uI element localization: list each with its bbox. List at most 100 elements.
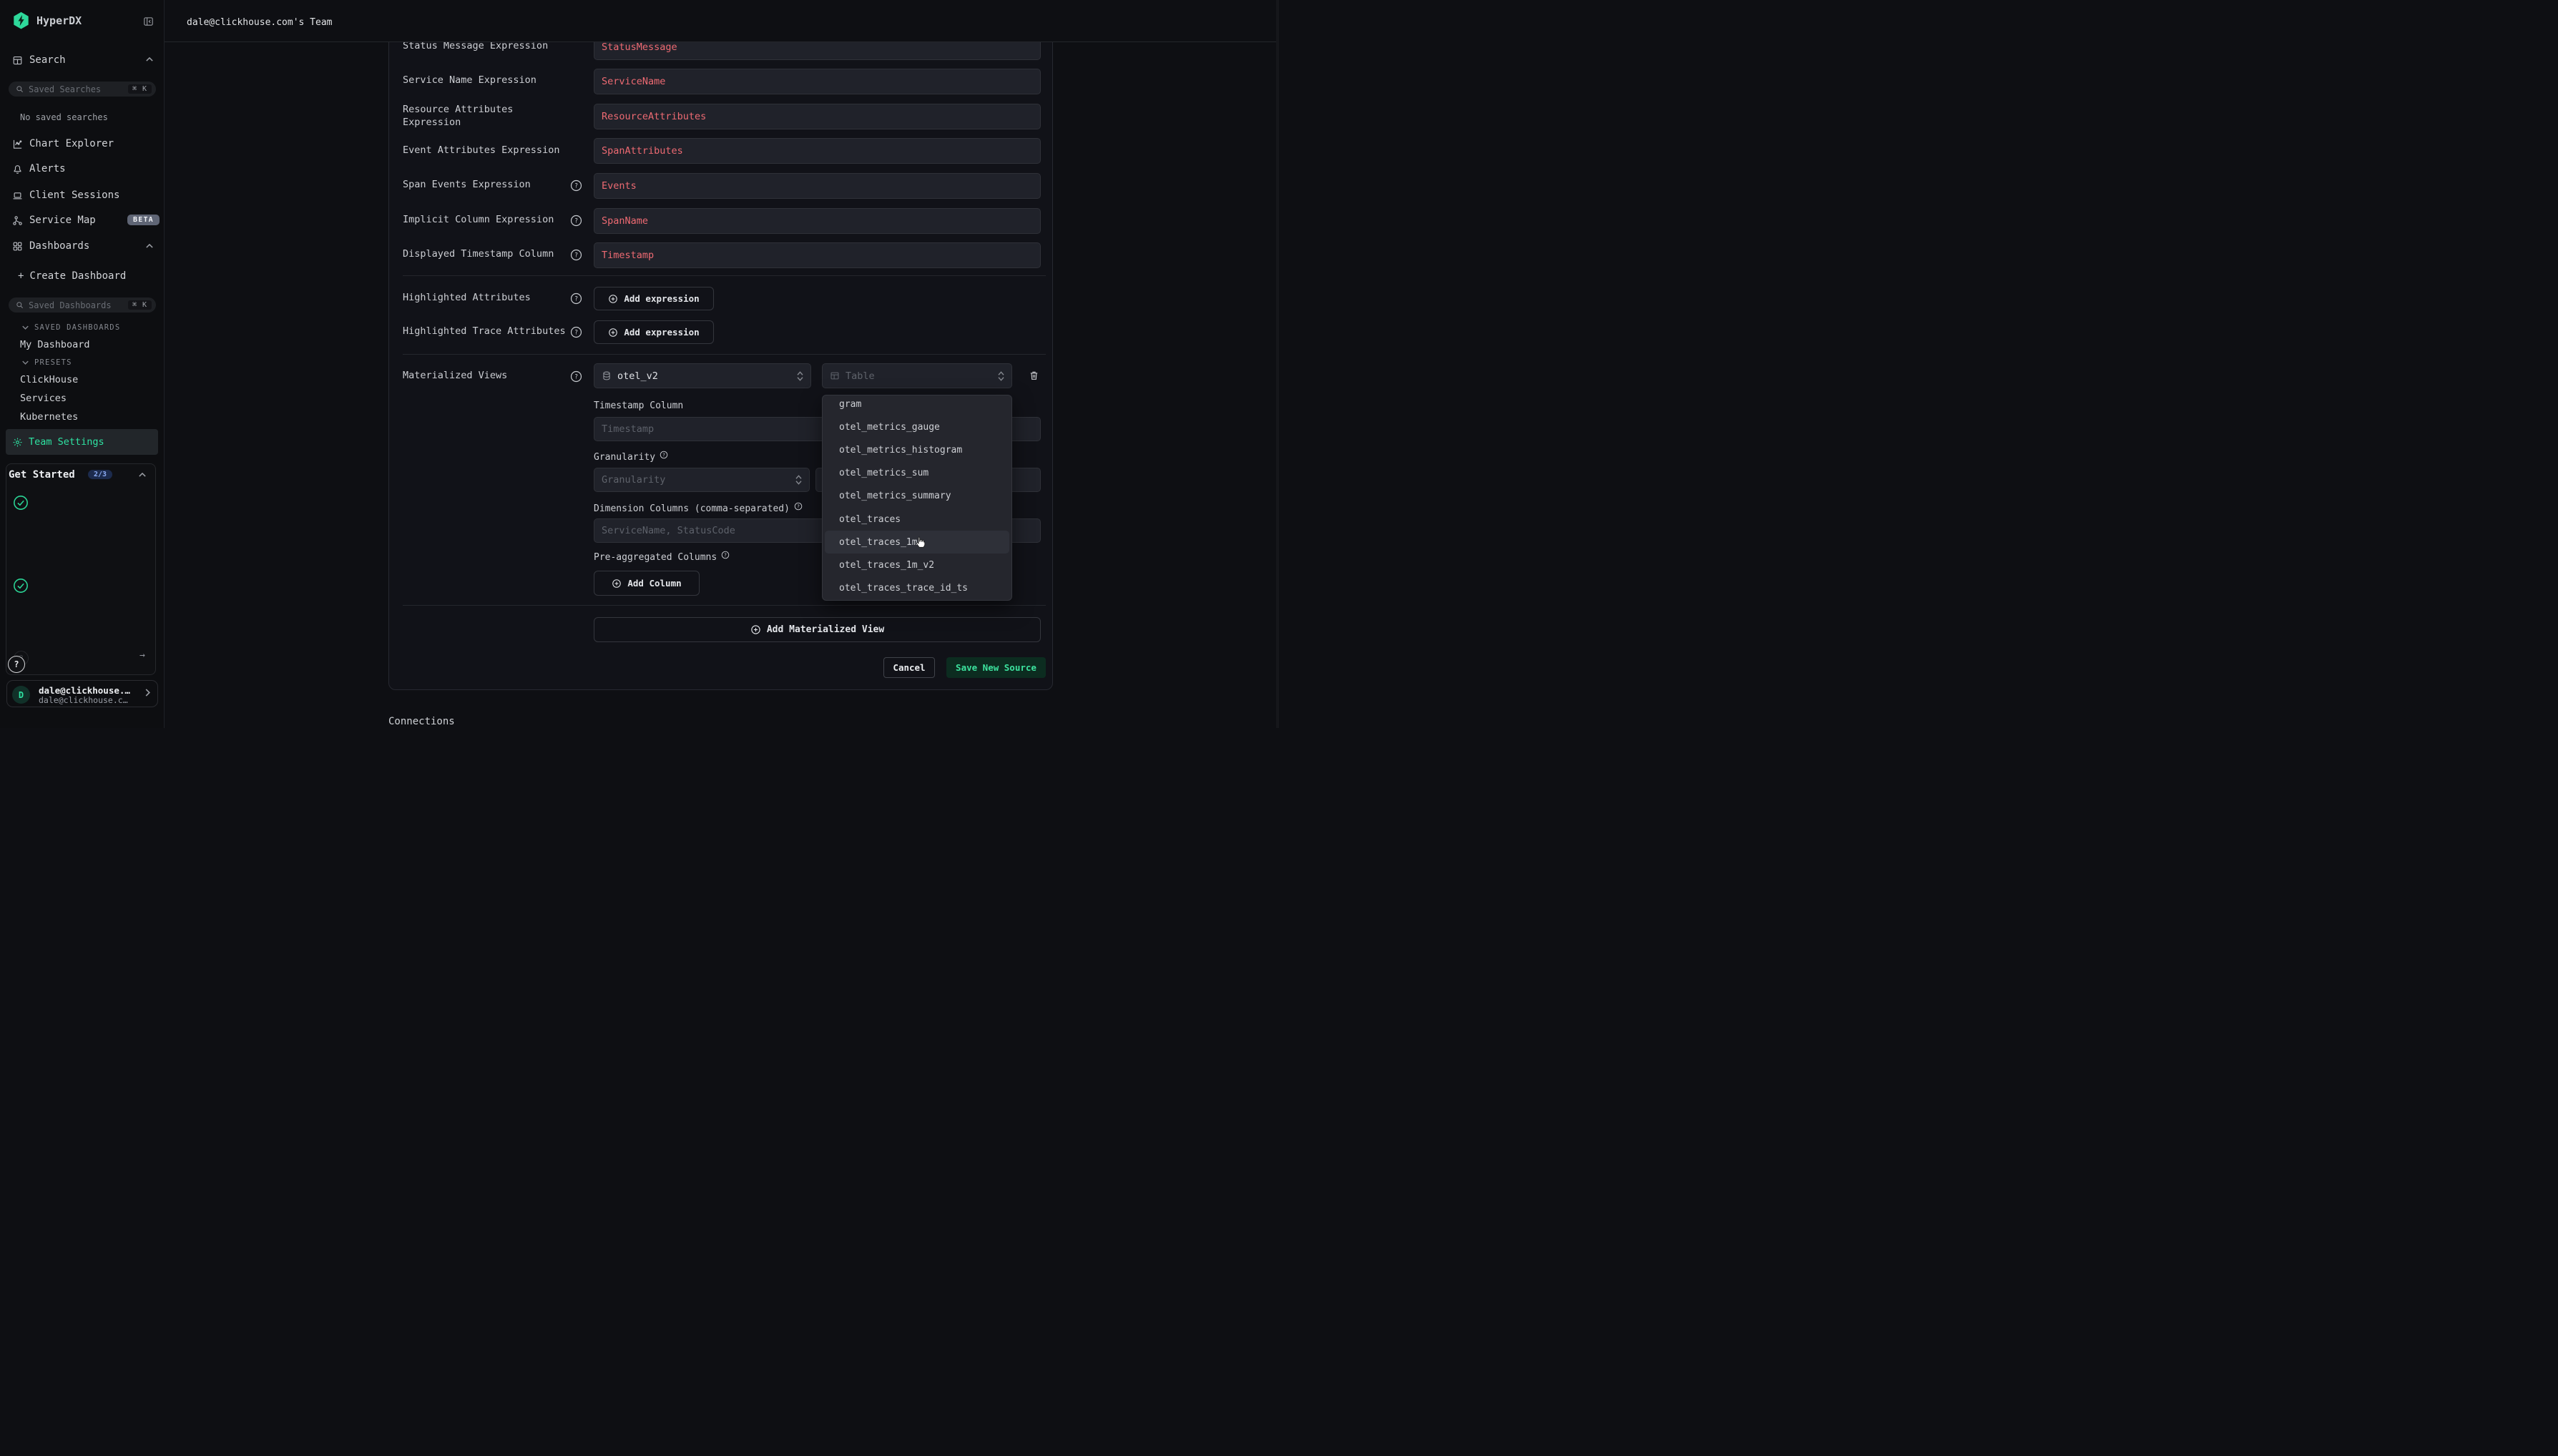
trash-icon[interactable] xyxy=(1029,370,1039,381)
collapse-sidebar-icon[interactable] xyxy=(144,17,153,26)
info-circle-icon[interactable]: ? xyxy=(794,502,803,511)
sidebar-item-label: Dashboards xyxy=(29,240,89,252)
granularity-placeholder: Granularity xyxy=(602,474,665,486)
dropdown-option[interactable]: otel_metrics_sum xyxy=(823,462,1011,485)
user-email: dale@clickhouse.c… xyxy=(39,695,128,705)
create-dashboard-button[interactable]: + Create Dashboard xyxy=(18,270,126,282)
resource-attributes-input[interactable] xyxy=(594,104,1041,129)
user-name: dale@clickhouse.… xyxy=(39,685,130,696)
info-circle-icon[interactable]: ? xyxy=(721,551,730,559)
get-started-chevron-up-icon[interactable] xyxy=(139,473,146,477)
task-arrow-icon[interactable]: → xyxy=(139,650,145,661)
table-select-dropdown: gram otel_metrics_gauge otel_metrics_his… xyxy=(822,395,1012,601)
sidebar-item-services[interactable]: Services xyxy=(20,393,67,404)
select-chevrons-icon xyxy=(795,475,802,485)
info-circle-icon[interactable]: ? xyxy=(660,451,668,459)
dropdown-option[interactable]: otel_traces_trace_id_ts xyxy=(823,577,1011,600)
sidebar-item-clickhouse[interactable]: ClickHouse xyxy=(20,374,78,385)
add-materialized-view-button[interactable]: Add Materialized View xyxy=(594,617,1041,642)
materialized-table-placeholder: Table xyxy=(846,370,875,382)
cancel-button[interactable]: Cancel xyxy=(883,657,935,678)
save-new-source-button[interactable]: Save New Source xyxy=(946,657,1046,678)
bell-icon xyxy=(12,164,23,174)
field-label-resource-attributes: Resource Attributes Expression xyxy=(403,104,560,129)
app-root: HyperDX Search xyxy=(0,0,1279,728)
mouse-cursor xyxy=(914,536,926,549)
displayed-timestamp-input[interactable] xyxy=(594,242,1041,268)
sidebar-item-client-sessions[interactable]: Client Sessions xyxy=(12,189,119,202)
chevron-down-icon xyxy=(22,360,29,365)
field-label-highlighted-trace-attributes: Highlighted Trace Attributes xyxy=(403,325,574,338)
dropdown-option[interactable]: otel_metrics_summary xyxy=(823,485,1011,508)
sidebar-item-label: Alerts xyxy=(29,163,66,174)
divider xyxy=(403,354,1046,355)
dropdown-option[interactable]: otel_metrics_gauge xyxy=(823,415,1011,438)
sidebar-item-label: Service Map xyxy=(29,215,96,226)
add-expression-button[interactable]: Add expression xyxy=(594,287,714,310)
create-dashboard-label: Create Dashboard xyxy=(29,270,126,282)
add-expression-button[interactable]: Add expression xyxy=(594,320,714,344)
service-name-input[interactable] xyxy=(594,69,1041,94)
search-icon xyxy=(16,301,24,309)
saved-searches-input[interactable]: Saved Searches ⌘ K xyxy=(9,82,156,97)
sidebar-item-label: Chart Explorer xyxy=(29,138,114,149)
dashboards-icon xyxy=(12,241,23,252)
sidebar: HyperDX Search xyxy=(0,0,165,728)
saved-dashboards-group-header[interactable]: SAVED DASHBOARDS xyxy=(22,323,120,332)
granularity-select[interactable]: Granularity xyxy=(594,468,810,492)
add-column-button[interactable]: Add Column xyxy=(594,571,700,596)
field-label-highlighted-attributes: Highlighted Attributes xyxy=(403,292,574,305)
granularity-label: Granularity ? xyxy=(594,452,668,463)
materialized-view-select[interactable]: otel_v2 xyxy=(594,363,811,388)
help-circle-icon[interactable]: ? xyxy=(570,370,582,383)
materialized-table-select[interactable]: Table xyxy=(822,363,1012,388)
no-saved-searches-text: No saved searches xyxy=(20,112,108,122)
page-scrollbar[interactable] xyxy=(1276,0,1279,728)
sidebar-item-my-dashboard[interactable]: My Dashboard xyxy=(20,339,90,350)
sidebar-item-kubernetes[interactable]: Kubernetes xyxy=(20,411,78,423)
help-button[interactable]: ? xyxy=(8,656,25,673)
help-circle-icon[interactable]: ? xyxy=(570,215,582,227)
span-events-input[interactable] xyxy=(594,173,1041,199)
implicit-column-input[interactable] xyxy=(594,208,1041,234)
dropdown-option[interactable]: otel_traces_1m_v2 xyxy=(823,554,1011,576)
sidebar-item-label: Search xyxy=(29,54,66,66)
search-chevron-up-icon[interactable] xyxy=(146,57,153,62)
sidebar-item-alerts[interactable]: Alerts xyxy=(12,162,66,175)
timestamp-column-label: Timestamp Column xyxy=(594,400,683,411)
dropdown-option[interactable]: otel_traces xyxy=(823,508,1011,531)
dashboards-chevron-up-icon[interactable] xyxy=(146,244,153,248)
presets-group-header[interactable]: PRESETS xyxy=(22,358,72,367)
sidebar-item-dashboards[interactable]: Dashboards xyxy=(12,240,89,252)
avatar: D xyxy=(12,686,30,704)
help-circle-icon[interactable]: ? xyxy=(570,249,582,261)
field-label-service-name: Service Name Expression xyxy=(403,74,574,87)
svg-text:?: ? xyxy=(574,330,578,337)
svg-text:?: ? xyxy=(797,503,800,509)
table-icon xyxy=(830,370,840,381)
kbd-shortcut: ⌘ K xyxy=(128,300,152,310)
sidebar-item-team-settings[interactable]: Team Settings xyxy=(6,429,158,455)
chart-explorer-icon xyxy=(12,139,23,149)
saved-dashboards-input[interactable]: Saved Dashboards ⌘ K xyxy=(9,297,156,313)
materialized-view-value: otel_v2 xyxy=(617,370,658,382)
help-circle-icon[interactable]: ? xyxy=(570,326,582,338)
sidebar-item-service-map[interactable]: Service Map xyxy=(12,214,96,227)
task-check-icon xyxy=(13,578,29,594)
help-circle-icon[interactable]: ? xyxy=(570,292,582,305)
get-started-progress-badge: 2/3 xyxy=(88,470,112,479)
dropdown-option[interactable]: gram xyxy=(823,395,1011,415)
preaggregated-columns-label: Pre-aggregated Columns ? xyxy=(594,552,730,563)
sidebar-item-search[interactable]: Search xyxy=(12,54,66,67)
chevron-down-icon xyxy=(22,325,29,330)
help-circle-icon[interactable]: ? xyxy=(570,179,582,192)
plus-circle-icon xyxy=(608,294,618,304)
team-settings-label: Team Settings xyxy=(29,436,104,448)
svg-text:?: ? xyxy=(574,218,578,225)
sidebar-item-chart-explorer[interactable]: Chart Explorer xyxy=(12,137,114,150)
dropdown-option[interactable]: otel_metrics_histogram xyxy=(823,438,1011,461)
gear-icon xyxy=(12,437,23,448)
divider xyxy=(403,275,1046,276)
plus-circle-icon xyxy=(612,579,622,589)
event-attributes-input[interactable] xyxy=(594,138,1041,164)
